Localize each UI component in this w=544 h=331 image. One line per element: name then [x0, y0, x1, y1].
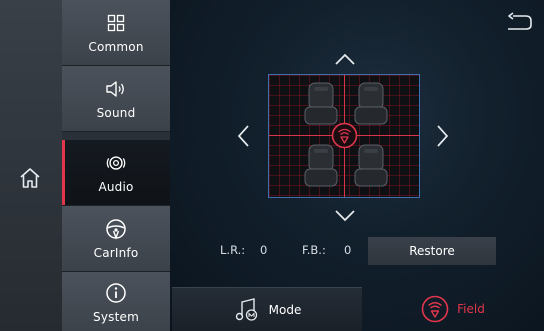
seat-front-right-icon	[354, 82, 388, 125]
right-arrow-button[interactable]	[428, 121, 458, 151]
fb-value: 0	[344, 243, 352, 257]
chevron-down-icon	[335, 210, 355, 222]
seat-rear-right-icon	[354, 144, 388, 187]
info-icon	[105, 282, 127, 304]
menu-label-common: Common	[88, 39, 144, 54]
menu-item-common[interactable]: Common	[62, 0, 170, 66]
home-icon	[20, 168, 40, 188]
home-rail	[0, 0, 62, 331]
menu-label-audio: Audio	[98, 179, 134, 194]
menu-item-carinfo[interactable]: CarInfo	[62, 206, 170, 272]
tab-field-label: Field	[457, 302, 485, 316]
speaker-icon	[105, 78, 127, 100]
home-button[interactable]	[11, 160, 49, 196]
back-icon	[508, 12, 532, 30]
restore-button[interactable]: Restore	[368, 237, 496, 265]
audio-icon	[105, 152, 127, 174]
seat-rear-left-icon	[304, 144, 338, 187]
tab-mode-label: Mode	[268, 302, 302, 317]
steering-wheel-icon	[105, 218, 127, 240]
chevron-up-icon	[335, 53, 355, 65]
menu-item-sound[interactable]: Sound	[62, 66, 170, 132]
menu-item-audio[interactable]: Audio	[62, 140, 170, 206]
seat-front-left-icon	[304, 82, 338, 125]
left-arrow-button[interactable]	[228, 121, 258, 151]
fb-label: F.B.:	[302, 243, 326, 257]
menu-label-carinfo: CarInfo	[93, 245, 139, 260]
lr-label: L.R.:	[220, 243, 246, 257]
menu-label-system: System	[93, 309, 139, 324]
back-button[interactable]	[504, 12, 534, 34]
music-note-icon	[233, 296, 261, 324]
lr-value: 0	[260, 243, 268, 257]
menu-label-sound: Sound	[96, 105, 136, 120]
sound-field-grid[interactable]	[268, 74, 420, 198]
audio-field-panel: L.R.: 0 F.B.: 0 Restore Mode Field	[170, 0, 544, 331]
rear-arrow-button[interactable]	[330, 201, 360, 231]
field-icon	[421, 295, 449, 323]
chevron-right-icon	[437, 125, 449, 147]
tab-field[interactable]: Field	[362, 287, 544, 331]
settings-menu: Common Sound Audio CarInfo System	[62, 0, 170, 331]
front-arrow-button[interactable]	[330, 44, 360, 74]
field-center-marker-icon[interactable]	[331, 122, 358, 149]
menu-item-system[interactable]: System	[62, 272, 170, 331]
tab-mode[interactable]: Mode	[172, 287, 362, 331]
grid-icon	[105, 12, 127, 34]
chevron-left-icon	[237, 125, 249, 147]
